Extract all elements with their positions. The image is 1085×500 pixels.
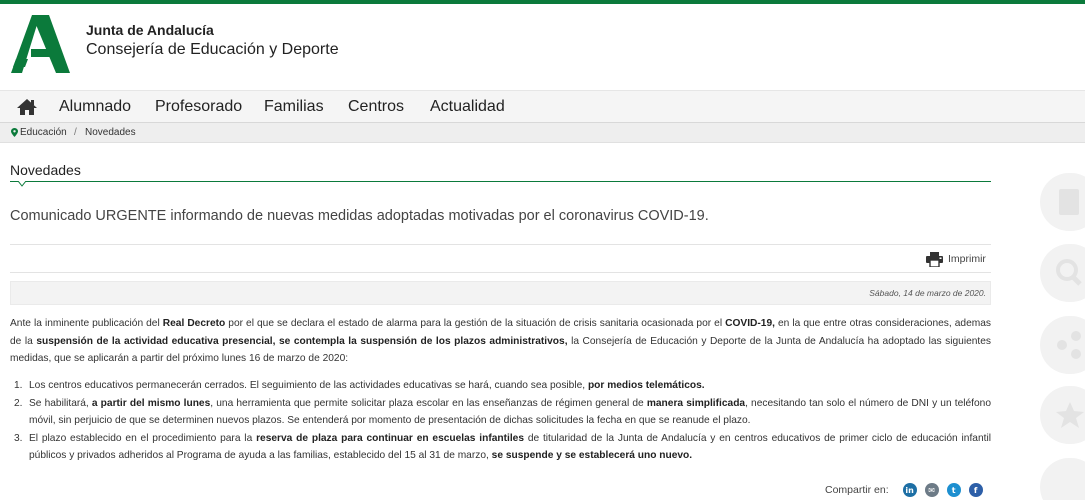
divider: [10, 244, 991, 245]
list-number: 3.: [14, 432, 23, 444]
nav-item-familias[interactable]: Familias: [264, 98, 324, 116]
share-bar: Compartir en: in ✉ t f: [825, 483, 991, 497]
breadcrumb-novedades: Novedades: [85, 127, 136, 138]
print-label: Imprimir: [948, 253, 986, 265]
location-pin-icon: [11, 128, 18, 137]
breadcrumb-separator: /: [74, 127, 77, 138]
floating-favorite-button[interactable]: [1040, 386, 1085, 444]
nav-item-profesorado[interactable]: Profesorado: [155, 98, 242, 116]
breadcrumb-educacion[interactable]: Educación: [20, 123, 67, 143]
divider: [10, 272, 991, 273]
item-bold: por medios telemáticos.: [587, 380, 705, 391]
measures-list: 1. Los centros educativos permanecerán ce…: [14, 377, 991, 465]
date-bar: Sábado, 14 de marzo de 2020.: [10, 281, 991, 305]
intro-bold: suspensión de la actividad educativa pre…: [36, 335, 568, 347]
email-icon[interactable]: ✉: [924, 483, 939, 497]
list-number: 2.: [14, 397, 23, 409]
nav-item-alumnado[interactable]: Alumnado: [59, 98, 131, 116]
intro-bold: COVID-19,: [725, 318, 775, 329]
junta-andalucia-logo[interactable]: [11, 15, 70, 73]
department-name: Consejería de Educación y Deporte: [86, 41, 339, 58]
main-nav: Alumnado Profesorado Familias Centros Ac…: [0, 90, 1085, 123]
section-notch: [18, 181, 26, 187]
share-icon: [1057, 331, 1081, 359]
share-label: Compartir en:: [825, 484, 889, 496]
floating-share-button[interactable]: [1040, 316, 1085, 374]
intro-bold: Real Decreto: [162, 318, 226, 329]
facebook-icon[interactable]: f: [968, 483, 983, 497]
document-icon: [1059, 189, 1079, 215]
section-divider: [10, 181, 991, 182]
home-icon[interactable]: [17, 98, 37, 116]
twitter-icon[interactable]: t: [946, 483, 961, 497]
list-number: 1.: [14, 380, 23, 391]
linkedin-icon[interactable]: in: [902, 483, 917, 497]
print-button[interactable]: Imprimir: [926, 250, 986, 268]
list-item: 1. Los centros educativos permanecerán ce…: [14, 377, 991, 395]
item-text: Se habilitará,: [29, 397, 92, 409]
item-bold: a partir del mismo lunes: [91, 397, 211, 409]
item-text: El plazo establecido en el procedimiento…: [29, 432, 257, 444]
floating-extra-button[interactable]: [1040, 458, 1085, 500]
item-bold: manera simplificada: [646, 397, 746, 409]
nav-item-actualidad[interactable]: Actualidad: [430, 98, 505, 116]
list-item: 3. El plazo establecido en el procedimien…: [14, 430, 991, 465]
floating-search-button[interactable]: [1040, 244, 1085, 302]
publication-date: Sábado, 14 de marzo de 2020.: [869, 288, 986, 298]
site-header: Junta de Andalucía Consejería de Educaci…: [0, 4, 1085, 90]
breadcrumb: Educación / Novedades: [0, 123, 1085, 143]
brand-block: Junta de Andalucía Consejería de Educaci…: [86, 22, 339, 60]
item-bold: se suspende y se establecerá uno nuevo.: [491, 450, 693, 461]
floating-document-button[interactable]: [1040, 173, 1085, 231]
item-text: Los centros educativos permanecerán cerr…: [29, 380, 588, 391]
intro-text: por el que se declara el estado de alarm…: [225, 318, 726, 329]
star-icon: [1056, 402, 1084, 428]
intro-text: Ante la inminente publicación del: [10, 318, 163, 329]
list-item: 2. Se habilitará, a partir del mismo lune…: [14, 395, 991, 430]
search-icon: [1056, 259, 1082, 286]
printer-icon: [926, 251, 943, 267]
org-name: Junta de Andalucía: [86, 22, 214, 38]
article-intro: Ante la inminente publicación del Real D…: [10, 315, 991, 368]
article-headline: Comunicado URGENTE informando de nuevas …: [10, 208, 709, 224]
item-bold: reserva de plaza para continuar en escue…: [256, 432, 524, 444]
item-text: , una herramienta que permite solicitar …: [210, 397, 647, 409]
section-title: Novedades: [10, 162, 81, 178]
nav-item-centros[interactable]: Centros: [348, 98, 404, 116]
